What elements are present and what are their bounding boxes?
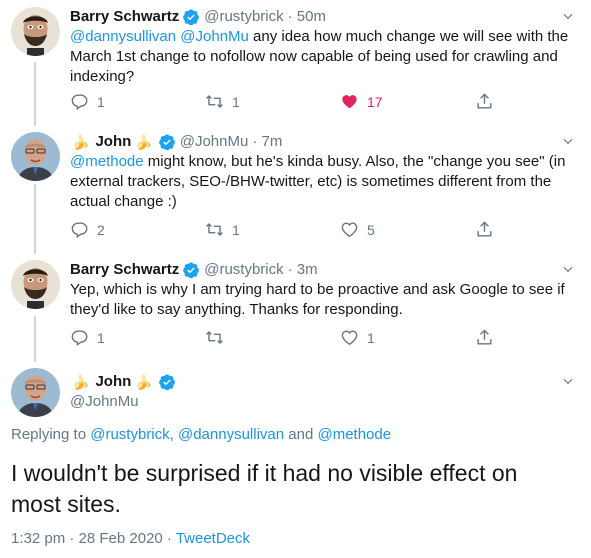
share-icon [475,220,494,239]
share-button[interactable] [475,92,502,111]
retweet-icon [205,92,224,111]
share-icon [475,92,494,111]
retweet-button[interactable] [205,328,232,347]
chevron-down-icon[interactable] [561,9,575,23]
tweet-actions: 1 1 17 [70,92,510,112]
chevron-down-icon[interactable] [561,374,575,388]
like-count: 1 [367,329,375,346]
tweet-meta: 1:32 pm · 28 Feb 2020 · TweetDeck [11,530,250,547]
tweet-time[interactable]: · 3m [288,260,318,280]
author-name[interactable]: John [95,132,131,152]
like-button[interactable]: 17 [340,92,383,111]
reply-count: 1 [97,329,105,346]
reply-count: 2 [97,221,105,238]
tweet-body: might know, but he's kinda busy. Also, t… [70,153,566,210]
banana-emoji: 🍌 [135,374,153,390]
reply-icon [70,328,89,347]
share-icon [475,328,494,347]
like-count: 5 [367,221,375,238]
mention-link[interactable]: @rustybrick [90,426,169,443]
retweet-button[interactable]: 1 [205,92,240,111]
author-name[interactable]: Barry Schwartz [70,7,179,27]
author-handle[interactable]: @JohnMu [70,392,139,412]
tweet-text: @dannysullivan @JohnMu any idea how much… [70,27,575,87]
banana-emoji: 🍌 [135,134,153,150]
reply-button[interactable]: 1 [70,328,105,347]
retweet-count: 1 [232,93,240,110]
author-name[interactable]: John [95,372,131,392]
author-handle[interactable]: @rustybrick [204,260,283,280]
like-icon [340,220,359,239]
like-button[interactable]: 5 [340,220,375,239]
reply-button[interactable]: 1 [70,92,105,111]
replying-label: Replying to [11,426,91,443]
mention-link[interactable]: @methode [70,153,144,170]
mention-link[interactable]: @dannysullivan [178,426,284,443]
verified-icon [182,261,200,279]
tweet-time[interactable]: · 50m [288,7,326,27]
tweet-text: I wouldn't be surprised if it had no vis… [11,460,518,517]
retweet-icon [205,220,224,239]
separator: and [284,426,318,443]
tweet-text: @methode might know, but he's kinda busy… [70,152,575,212]
retweet-count: 1 [232,221,240,238]
mention-link[interactable]: @dannysullivan @JohnMu [70,28,249,45]
share-button[interactable] [475,220,502,239]
tweet-actions: 1 1 [70,328,510,348]
thread-connector [34,62,36,126]
retweet-button[interactable]: 1 [205,220,240,239]
avatar[interactable] [11,7,60,56]
verified-icon [158,133,176,151]
avatar[interactable] [11,260,60,309]
chevron-down-icon[interactable] [561,134,575,148]
avatar[interactable] [11,132,60,181]
tweet-timestamp[interactable]: 1:32 pm · 28 Feb 2020 · [11,530,176,547]
verified-icon [182,8,200,26]
tweet-actions: 2 1 5 [70,220,510,240]
banana-emoji: 🍌 [72,134,90,150]
tweet-text: Yep, which is why I am trying hard to be… [70,281,565,318]
verified-icon [158,373,176,391]
source-link[interactable]: TweetDeck [176,530,250,547]
like-icon [340,92,359,111]
avatar[interactable] [11,368,60,417]
like-icon [340,328,359,347]
reply-button[interactable]: 2 [70,220,105,239]
reply-count: 1 [97,93,105,110]
chevron-down-icon[interactable] [561,262,575,276]
separator: , [169,426,178,443]
banana-emoji: 🍌 [72,374,90,390]
author-handle[interactable]: @JohnMu [180,132,249,152]
author-handle[interactable]: @rustybrick [204,7,283,27]
thread-connector [34,316,36,362]
share-button[interactable] [475,328,502,347]
reply-icon [70,92,89,111]
like-button[interactable]: 1 [340,328,375,347]
replying-to: Replying to @rustybrick, @dannysullivan … [11,426,391,443]
like-count: 17 [367,93,383,110]
thread-connector [34,184,36,254]
reply-icon [70,220,89,239]
mention-link[interactable]: @methode [317,426,391,443]
author-name[interactable]: Barry Schwartz [70,260,179,280]
retweet-icon [205,328,224,347]
tweet-time[interactable]: · 7m [252,132,282,152]
